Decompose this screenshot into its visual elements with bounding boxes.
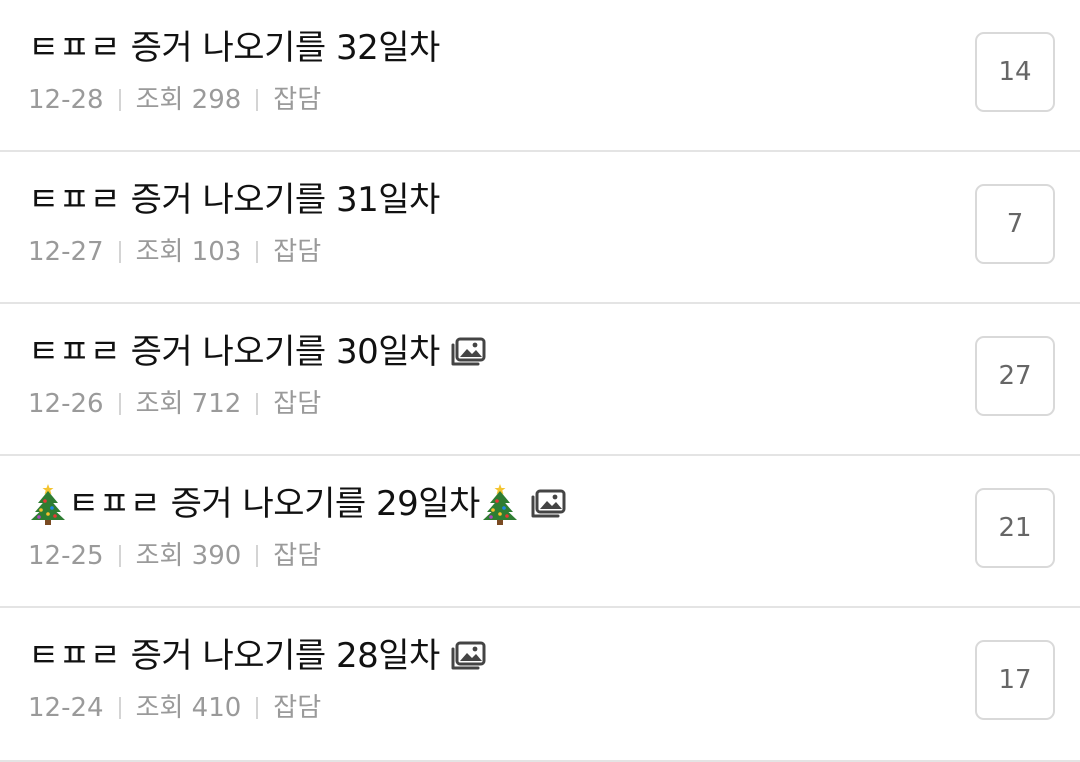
post-title[interactable]: ㅌㅍㄹ 증거 나오기를 29일차 xyxy=(68,482,480,526)
post-row[interactable]: ㅌㅍㄹ 증거 나오기를 31일차 12-27 조회 103 잡담 7 xyxy=(0,152,1080,304)
post-meta: 12-25 조회 390 잡담 xyxy=(28,540,321,572)
post-title-line[interactable]: ㅌㅍㄹ 증거 나오기를 32일차 xyxy=(28,26,440,70)
image-icon xyxy=(451,641,486,670)
post-meta: 12-24 조회 410 잡담 xyxy=(28,692,321,724)
post-title-line[interactable]: ㅌㅍㄹ 증거 나오기를 30일차 xyxy=(28,330,486,374)
post-date: 12-28 xyxy=(28,85,104,115)
post-meta: 12-27 조회 103 잡담 xyxy=(28,236,321,268)
post-title[interactable]: ㅌㅍㄹ 증거 나오기를 28일차 xyxy=(28,634,440,678)
meta-separator xyxy=(256,697,259,719)
post-category: 잡담 xyxy=(273,85,322,115)
post-title-line[interactable]: ㅌㅍㄹ 증거 나오기를 31일차 xyxy=(28,178,440,222)
meta-separator xyxy=(118,545,121,567)
post-date: 12-24 xyxy=(28,693,104,723)
post-category: 잡담 xyxy=(273,541,322,571)
post-title-line[interactable]: ㅌㅍㄹ 증거 나오기를 28일차 xyxy=(28,634,486,678)
comment-count-button[interactable]: 7 xyxy=(975,184,1055,264)
post-views: 조회 298 xyxy=(135,85,242,115)
post-row[interactable]: ㅌㅍㄹ 증거 나오기를 28일차 12-24 조회 410 잡담 17 xyxy=(0,608,1080,762)
meta-separator xyxy=(118,89,121,111)
image-icon xyxy=(531,489,566,518)
post-list: ㅌㅍㄹ 증거 나오기를 32일차 12-28 조회 298 잡담 14 ㅌㅍㄹ … xyxy=(0,0,1080,762)
post-meta: 12-28 조회 298 잡담 xyxy=(28,84,321,116)
meta-separator xyxy=(256,241,259,263)
post-category: 잡담 xyxy=(273,237,322,267)
meta-separator xyxy=(118,393,121,415)
post-title[interactable]: ㅌㅍㄹ 증거 나오기를 31일차 xyxy=(28,178,440,222)
post-title-line[interactable]: ㅌㅍㄹ 증거 나오기를 29일차 xyxy=(28,482,566,526)
comment-count-button[interactable]: 17 xyxy=(975,640,1055,720)
comment-count-button[interactable]: 21 xyxy=(975,488,1055,568)
post-title[interactable]: ㅌㅍㄹ 증거 나오기를 32일차 xyxy=(28,26,440,70)
post-title[interactable]: ㅌㅍㄹ 증거 나오기를 30일차 xyxy=(28,330,440,374)
post-category: 잡담 xyxy=(273,693,322,723)
post-row[interactable]: ㅌㅍㄹ 증거 나오기를 32일차 12-28 조회 298 잡담 14 xyxy=(0,0,1080,152)
comment-count-button[interactable]: 27 xyxy=(975,336,1055,416)
christmas-tree-emoji xyxy=(482,484,517,525)
post-views: 조회 712 xyxy=(135,389,242,419)
meta-separator xyxy=(118,241,121,263)
post-meta: 12-26 조회 712 잡담 xyxy=(28,388,321,420)
post-date: 12-25 xyxy=(28,541,104,571)
post-views: 조회 410 xyxy=(135,693,242,723)
post-views: 조회 103 xyxy=(135,237,242,267)
meta-separator xyxy=(118,697,121,719)
christmas-tree-emoji xyxy=(31,484,65,525)
post-row[interactable]: ㅌㅍㄹ 증거 나오기를 30일차 12-26 조회 712 잡담 27 xyxy=(0,304,1080,456)
post-date: 12-27 xyxy=(28,237,104,267)
image-icon xyxy=(451,337,486,366)
post-date: 12-26 xyxy=(28,389,104,419)
meta-separator xyxy=(256,545,259,567)
meta-separator xyxy=(256,393,259,415)
comment-count-button[interactable]: 14 xyxy=(975,32,1055,112)
post-category: 잡담 xyxy=(273,389,322,419)
post-views: 조회 390 xyxy=(135,541,242,571)
meta-separator xyxy=(256,89,259,111)
post-row[interactable]: ㅌㅍㄹ 증거 나오기를 29일차 12-25 조회 390 잡담 21 xyxy=(0,456,1080,608)
